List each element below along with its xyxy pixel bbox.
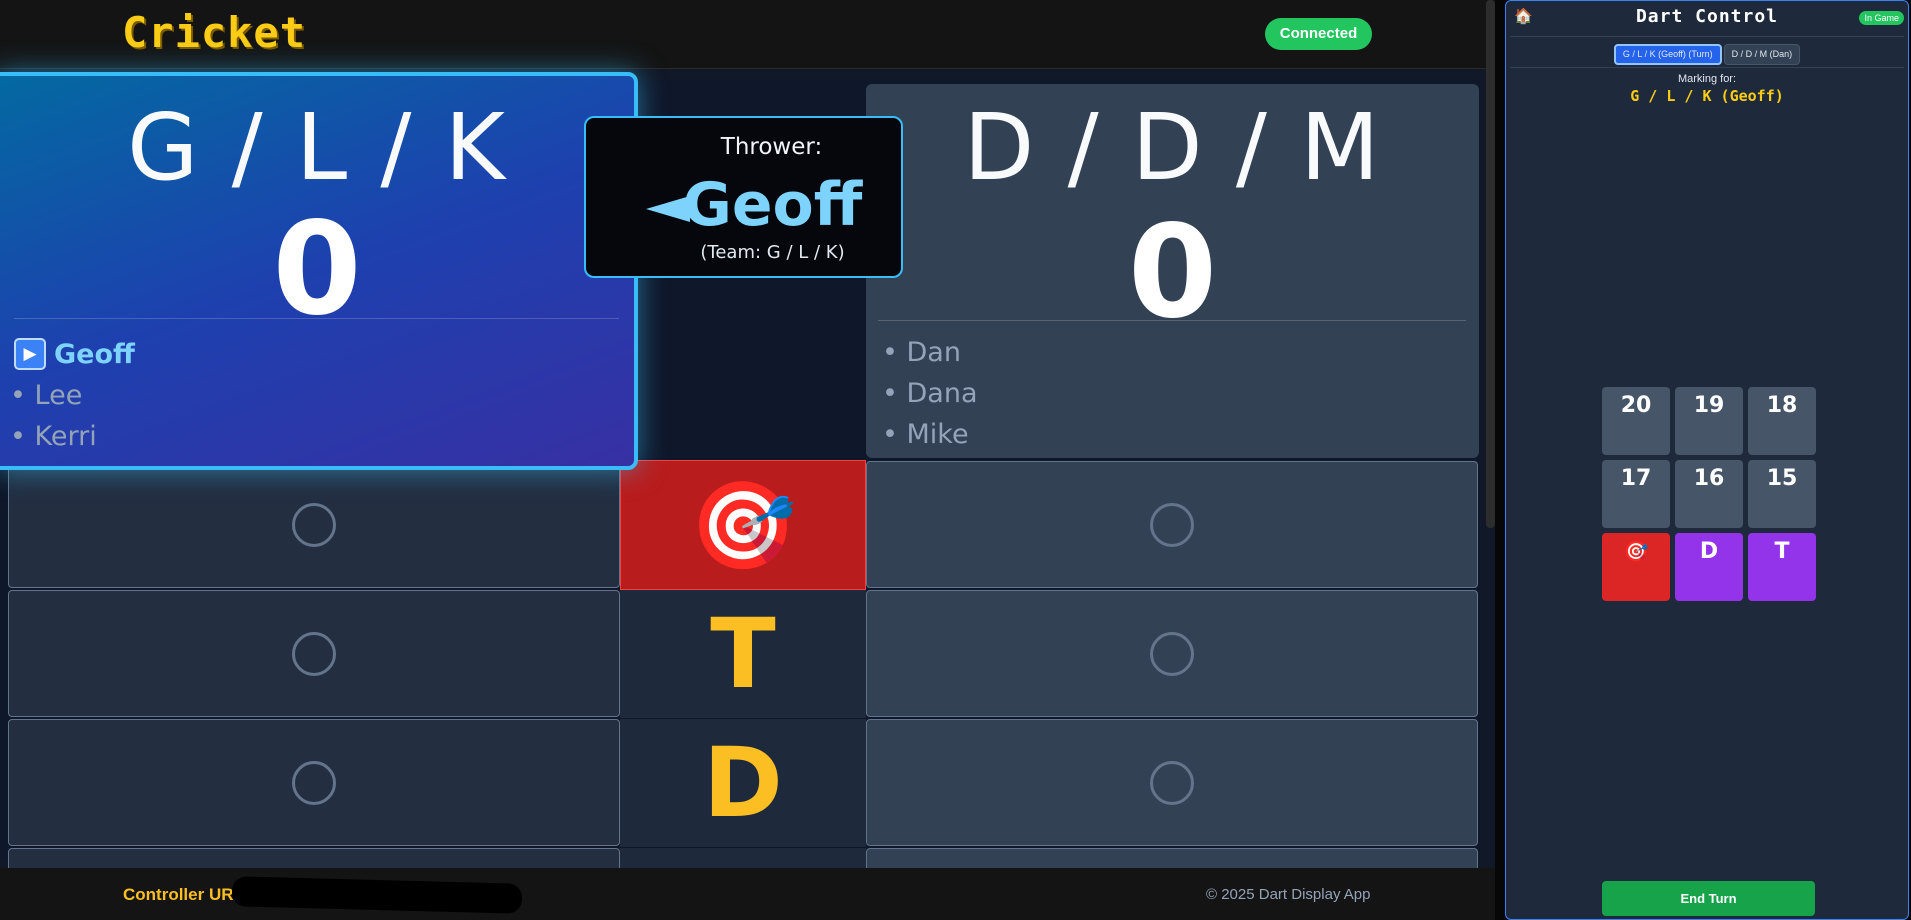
player-name: Geoff bbox=[54, 339, 135, 370]
divider bbox=[1510, 67, 1904, 68]
empty-mark-icon bbox=[1150, 760, 1194, 805]
divider bbox=[1510, 36, 1904, 37]
key-bull-button[interactable]: 🎯 bbox=[1602, 533, 1670, 601]
end-turn-button[interactable]: End Turn bbox=[1602, 881, 1815, 916]
header: Cricket Connected bbox=[0, 0, 1495, 69]
mark-cell-right-double[interactable] bbox=[866, 719, 1478, 846]
copyright-text: © 2025 Dart Display App bbox=[1206, 886, 1371, 903]
redacted-url bbox=[231, 876, 523, 914]
scoreboard-display: Cricket Connected G / L / K 0 ▶ Geoff • L… bbox=[0, 0, 1495, 920]
mark-cell-right-triple[interactable] bbox=[866, 590, 1478, 717]
row-label-double: D bbox=[620, 719, 866, 847]
team-card-left: G / L / K 0 ▶ Geoff • Lee • Kerri bbox=[0, 72, 638, 470]
key-17-button[interactable]: 17 bbox=[1602, 460, 1670, 528]
connection-status-badge: Connected bbox=[1265, 18, 1372, 50]
thrower-name-wrap: Geoff bbox=[586, 170, 901, 240]
controller-url-label: Controller URL bbox=[123, 885, 244, 904]
play-icon: ▶ bbox=[14, 337, 46, 370]
team-score: 0 bbox=[1127, 198, 1218, 347]
marking-team: G / L / K (Geoff) bbox=[1630, 87, 1784, 105]
team-tabs: G / L / K (Geoff) (Turn) D / D / M (Dan) bbox=[1506, 44, 1908, 65]
divider bbox=[878, 320, 1466, 321]
player-item: • Dana bbox=[882, 378, 978, 409]
scrollbar[interactable] bbox=[1486, 0, 1495, 528]
game-state-badge: In Game bbox=[1859, 11, 1904, 25]
player-item: • Dan bbox=[882, 337, 961, 368]
game-title: Cricket bbox=[122, 8, 307, 57]
bullseye-icon: 🎯 bbox=[689, 476, 797, 576]
thrower-label: Thrower: bbox=[720, 134, 823, 160]
player-item-active: ▶ Geoff bbox=[10, 334, 135, 375]
player-item: • Mike bbox=[882, 419, 969, 450]
empty-mark-icon bbox=[1150, 631, 1194, 676]
scoreboard: G / L / K 0 ▶ Geoff • Lee • Kerri D / D /… bbox=[0, 72, 1480, 888]
empty-mark-icon bbox=[292, 760, 336, 805]
team-name: D / D / M bbox=[963, 94, 1382, 201]
mark-cell-left-double[interactable] bbox=[8, 719, 620, 846]
player-item: • Lee bbox=[10, 380, 83, 411]
thrower-name: Geoff bbox=[682, 170, 863, 240]
tab-team-2[interactable]: D / D / M (Dan) bbox=[1723, 44, 1801, 65]
app-root: Cricket Connected G / L / K 0 ▶ Geoff • L… bbox=[0, 0, 1911, 920]
team-name: G / L / K bbox=[127, 94, 507, 201]
thrower-team: (Team: G / L / K) bbox=[700, 242, 845, 263]
team-card-right: D / D / M 0 • Dan • Dana • Mike bbox=[866, 84, 1479, 458]
marking-label: Marking for: bbox=[1677, 73, 1737, 85]
key-triple-button[interactable]: T bbox=[1748, 533, 1816, 601]
key-18-button[interactable]: 18 bbox=[1748, 387, 1816, 455]
empty-mark-icon bbox=[292, 631, 336, 676]
player-list: • Dan • Dana • Mike bbox=[882, 332, 978, 455]
key-16-button[interactable]: 16 bbox=[1675, 460, 1743, 528]
thrower-panel: Thrower: Geoff (Team: G / L / K) bbox=[584, 116, 903, 278]
controller-panel: 🏠 Dart Control In Game G / L / K (Geoff)… bbox=[1495, 0, 1911, 920]
controller-card: 🏠 Dart Control In Game G / L / K (Geoff)… bbox=[1505, 0, 1909, 920]
player-item: • Kerri bbox=[10, 421, 97, 452]
key-15-button[interactable]: 15 bbox=[1748, 460, 1816, 528]
key-19-button[interactable]: 19 bbox=[1675, 387, 1743, 455]
key-double-button[interactable]: D bbox=[1675, 533, 1743, 601]
player-list: ▶ Geoff • Lee • Kerri bbox=[10, 334, 135, 457]
controller-title: Dart Control bbox=[1635, 6, 1779, 27]
bullseye-icon: 🎯 bbox=[1623, 539, 1649, 563]
empty-mark-icon bbox=[292, 502, 336, 547]
tab-team-1[interactable]: G / L / K (Geoff) (Turn) bbox=[1613, 44, 1722, 65]
mark-cell-left-bull[interactable] bbox=[8, 461, 620, 588]
divider bbox=[14, 318, 619, 319]
footer: Controller URL © 2025 Dart Display App bbox=[0, 868, 1495, 920]
row-label-bull: 🎯 bbox=[620, 460, 866, 590]
team-score: 0 bbox=[272, 195, 362, 344]
empty-mark-icon bbox=[1150, 502, 1194, 547]
key-20-button[interactable]: 20 bbox=[1602, 387, 1670, 455]
mark-cell-left-triple[interactable] bbox=[8, 590, 620, 717]
target-keypad: 20 19 18 17 16 15 🎯 D T bbox=[1602, 387, 1818, 603]
row-label-triple: T bbox=[620, 590, 866, 718]
mark-cell-right-bull[interactable] bbox=[866, 461, 1478, 588]
